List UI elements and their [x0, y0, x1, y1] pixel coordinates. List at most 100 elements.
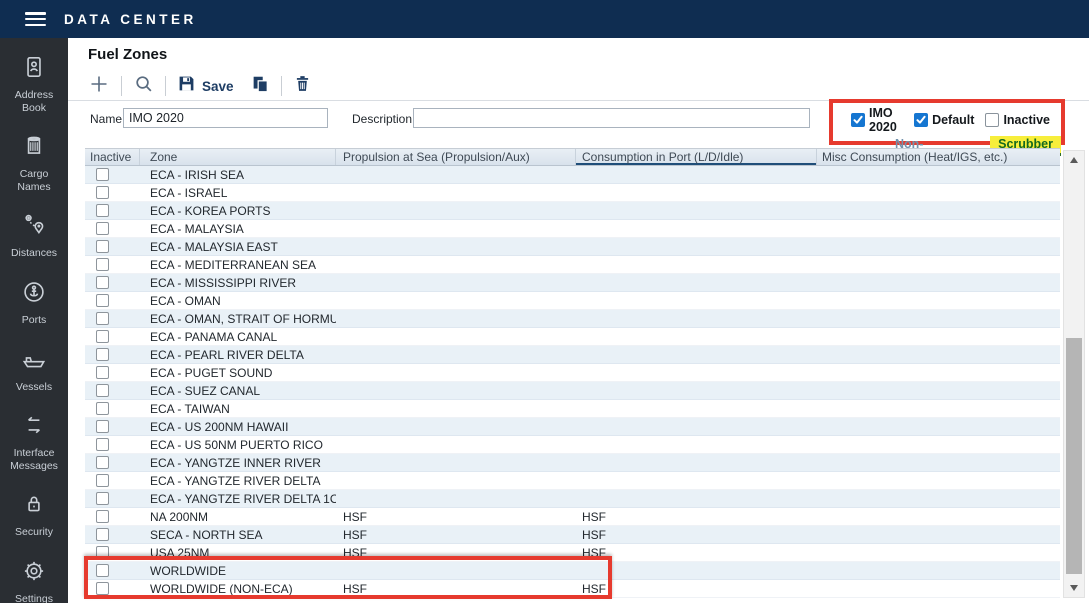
- misc-cell: [817, 580, 1060, 597]
- row-inactive-checkbox[interactable]: [96, 276, 109, 289]
- table-row[interactable]: ECA - YANGTZE RIVER DELTA 1OCT: [85, 490, 1060, 508]
- toolbar-separator: [281, 76, 282, 96]
- table-row[interactable]: ECA - YANGTZE RIVER DELTA: [85, 472, 1060, 490]
- zone-cell: ECA - YANGTZE RIVER DELTA 1OCT: [140, 490, 336, 507]
- table-row[interactable]: ECA - MEDITERRANEAN SEA: [85, 256, 1060, 274]
- table-row[interactable]: ECA - YANGTZE INNER RIVER: [85, 454, 1060, 472]
- propulsion-cell: [336, 292, 576, 309]
- copy-button[interactable]: [250, 74, 270, 99]
- save-button-label: Save: [202, 79, 234, 94]
- sidebar-item-vessels[interactable]: Vessels: [0, 346, 68, 394]
- consumption-cell: [576, 238, 817, 255]
- row-inactive-checkbox[interactable]: [96, 456, 109, 469]
- name-input[interactable]: [123, 108, 328, 128]
- table-row[interactable]: ECA - MALAYSIA: [85, 220, 1060, 238]
- table-row[interactable]: SECA - NORTH SEAHSFHSF: [85, 526, 1060, 544]
- table-row[interactable]: ECA - PEARL RIVER DELTA: [85, 346, 1060, 364]
- row-inactive-checkbox[interactable]: [96, 510, 109, 523]
- row-inactive-checkbox[interactable]: [96, 294, 109, 307]
- sidebar-item-distances[interactable]: Distances: [0, 212, 68, 260]
- row-inactive-checkbox[interactable]: [96, 222, 109, 235]
- delete-button[interactable]: [293, 74, 312, 98]
- row-inactive-checkbox[interactable]: [96, 474, 109, 487]
- table-row[interactable]: ECA - MALAYSIA EAST: [85, 238, 1060, 256]
- table-row[interactable]: USA 25NMHSFHSF: [85, 544, 1060, 562]
- sidebar-item-address-book[interactable]: Address Book: [0, 54, 68, 114]
- table-row[interactable]: ECA - OMAN: [85, 292, 1060, 310]
- table-row[interactable]: ECA - US 50NM PUERTO RICO: [85, 436, 1060, 454]
- menu-hamburger-icon[interactable]: [25, 12, 46, 26]
- row-inactive-checkbox[interactable]: [96, 240, 109, 253]
- sidebar-item-label: Ports: [3, 314, 65, 327]
- row-inactive-checkbox[interactable]: [96, 528, 109, 541]
- column-header-consumption[interactable]: Consumption in Port (L/D/Idle): [576, 149, 817, 165]
- scrollbar-thumb[interactable]: [1066, 338, 1082, 574]
- table-row[interactable]: ECA - US 200NM HAWAII: [85, 418, 1060, 436]
- save-button[interactable]: Save: [177, 74, 234, 98]
- imo2020-checkbox[interactable]: [851, 113, 865, 127]
- sidebar-item-settings[interactable]: Settings: [0, 558, 68, 603]
- table-row[interactable]: WORLDWIDE (NON-ECA)HSFHSF: [85, 580, 1060, 598]
- table-row[interactable]: ECA - PUGET SOUND: [85, 364, 1060, 382]
- sidebar-nav: Address Book Cargo Names Distances Ports…: [0, 38, 68, 603]
- propulsion-cell: [336, 238, 576, 255]
- description-input[interactable]: [413, 108, 810, 128]
- row-inactive-checkbox[interactable]: [96, 564, 109, 577]
- page-title: Fuel Zones: [88, 46, 167, 63]
- sidebar-item-security[interactable]: Security: [0, 491, 68, 539]
- row-inactive-checkbox[interactable]: [96, 546, 109, 559]
- row-inactive-checkbox[interactable]: [96, 492, 109, 505]
- column-header-misc[interactable]: Misc Consumption (Heat/IGS, etc.): [817, 149, 1060, 165]
- row-inactive-checkbox[interactable]: [96, 366, 109, 379]
- row-inactive-checkbox[interactable]: [96, 384, 109, 397]
- scroll-up-button[interactable]: [1064, 152, 1084, 168]
- row-inactive-checkbox[interactable]: [96, 582, 109, 595]
- row-inactive-checkbox[interactable]: [96, 204, 109, 217]
- scroll-down-button[interactable]: [1064, 580, 1084, 596]
- table-row[interactable]: ECA - IRISH SEA: [85, 166, 1060, 184]
- column-header-zone[interactable]: Zone: [140, 149, 336, 165]
- row-inactive-checkbox[interactable]: [96, 258, 109, 271]
- row-inactive-checkbox[interactable]: [96, 402, 109, 415]
- table-row[interactable]: ECA - TAIWAN: [85, 400, 1060, 418]
- table-row[interactable]: ECA - SUEZ CANAL: [85, 382, 1060, 400]
- table-row[interactable]: ECA - KOREA PORTS: [85, 202, 1060, 220]
- consumption-cell: [576, 220, 817, 237]
- table-row[interactable]: WORLDWIDE: [85, 562, 1060, 580]
- misc-cell: [817, 544, 1060, 561]
- sidebar-item-cargo-names[interactable]: Cargo Names: [0, 133, 68, 193]
- column-header-propulsion[interactable]: Propulsion at Sea (Propulsion/Aux): [336, 149, 576, 165]
- row-inactive-checkbox[interactable]: [96, 348, 109, 361]
- inactive-checkbox[interactable]: [985, 113, 999, 127]
- row-inactive-checkbox[interactable]: [96, 420, 109, 433]
- zone-cell: ECA - MALAYSIA EAST: [140, 238, 336, 255]
- gear-icon: [21, 558, 47, 593]
- add-button[interactable]: [88, 73, 110, 100]
- table-row[interactable]: NA 200NMHSFHSF: [85, 508, 1060, 526]
- vertical-scrollbar[interactable]: [1063, 150, 1085, 598]
- row-inactive-cell: [85, 562, 140, 579]
- table-row[interactable]: ECA - PANAMA CANAL: [85, 328, 1060, 346]
- search-button[interactable]: [133, 73, 154, 99]
- row-inactive-checkbox[interactable]: [96, 186, 109, 199]
- misc-cell: [817, 418, 1060, 435]
- propulsion-cell: [336, 418, 576, 435]
- zones-table-header: Inactive Zone Propulsion at Sea (Propuls…: [85, 148, 1060, 166]
- row-inactive-checkbox[interactable]: [96, 330, 109, 343]
- propulsion-cell: [336, 274, 576, 291]
- sidebar-item-ports[interactable]: Ports: [0, 279, 68, 327]
- sidebar-item-interface-messages[interactable]: Interface Messages: [0, 412, 68, 472]
- row-inactive-checkbox[interactable]: [96, 312, 109, 325]
- table-row[interactable]: ECA - MISSISSIPPI RIVER: [85, 274, 1060, 292]
- column-header-inactive[interactable]: Inactive: [85, 149, 140, 165]
- table-row[interactable]: ECA - OMAN, STRAIT OF HORMUZ: [85, 310, 1060, 328]
- default-checkbox[interactable]: [914, 113, 928, 127]
- row-inactive-cell: [85, 418, 140, 435]
- sidebar-item-label: Distances: [3, 247, 65, 260]
- sidebar-item-label: Cargo Names: [3, 168, 65, 193]
- row-inactive-checkbox[interactable]: [96, 438, 109, 451]
- table-row[interactable]: ECA - ISRAEL: [85, 184, 1060, 202]
- consumption-cell: [576, 328, 817, 345]
- row-inactive-checkbox[interactable]: [96, 168, 109, 181]
- propulsion-cell: [336, 256, 576, 273]
